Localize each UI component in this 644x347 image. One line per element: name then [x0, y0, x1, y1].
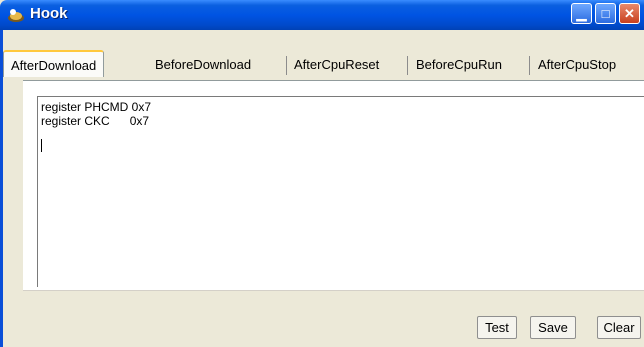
tab-separator	[407, 56, 408, 75]
tab-separator	[286, 56, 287, 75]
test-button[interactable]: Test	[477, 316, 517, 339]
tab-beforedownload[interactable]: BeforeDownload	[155, 54, 251, 76]
tab-afterdownload[interactable]: AfterDownload	[3, 50, 105, 77]
minimize-button[interactable]: ▁	[571, 3, 592, 24]
button-bar-divider	[23, 290, 644, 291]
title-bar[interactable]: Hook ▁ □ ✕	[0, 0, 644, 30]
close-button[interactable]: ✕	[619, 3, 640, 24]
save-button[interactable]: Save	[530, 316, 576, 339]
maximize-button[interactable]: □	[595, 3, 616, 24]
text-caret	[41, 139, 42, 152]
tab-aftercpustop[interactable]: AfterCpuStop	[538, 54, 616, 76]
hook-script-editor[interactable]: register PHCMD 0x7 register CKC 0x7	[37, 96, 644, 287]
tab-aftercpureset[interactable]: AfterCpuReset	[294, 54, 379, 76]
close-icon: ✕	[624, 5, 635, 21]
hook-window: Hook ▁ □ ✕ AfterDownload BeforeDownload …	[0, 0, 644, 347]
window-title: Hook	[30, 5, 68, 22]
tab-strip: AfterDownload BeforeDownload AfterCpuRes…	[3, 46, 644, 80]
tab-beforecpurun[interactable]: BeforeCpuRun	[416, 54, 502, 76]
maximize-icon: □	[601, 6, 610, 21]
tab-separator	[529, 56, 530, 75]
editor-line: register CKC 0x7	[41, 114, 150, 128]
editor-line: register PHCMD 0x7	[41, 100, 152, 114]
app-icon	[8, 9, 24, 22]
minimize-icon: ▁	[576, 5, 587, 21]
clear-button[interactable]: Clear	[597, 316, 641, 339]
